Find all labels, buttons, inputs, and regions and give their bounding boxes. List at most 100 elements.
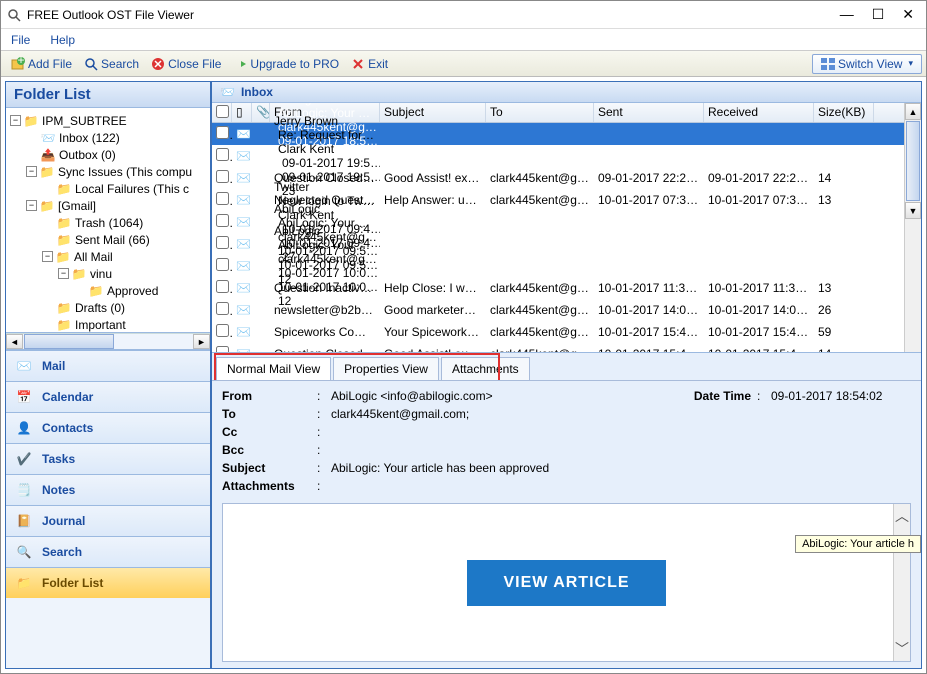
folder-icon: 📁 <box>56 301 72 315</box>
exit-button[interactable]: Exit <box>345 55 394 73</box>
mail-icon: ✉️ <box>232 149 252 163</box>
mail-icon: ✉️ <box>232 237 252 251</box>
row-checkbox[interactable] <box>216 302 229 315</box>
tree-approved[interactable]: Approved <box>107 284 158 298</box>
close-button[interactable]: ✕ <box>902 6 914 23</box>
tree-root[interactable]: IPM_SUBTREE <box>42 114 127 128</box>
cell-to: clark445kent@g… <box>486 193 594 207</box>
cc-value <box>331 425 911 439</box>
journal-icon: 📔 <box>14 512 34 530</box>
tree-gmail[interactable]: [Gmail] <box>58 199 96 213</box>
row-checkbox[interactable] <box>216 280 229 293</box>
tree-sync[interactable]: Sync Issues (This compu <box>58 165 192 179</box>
attachments-value <box>331 479 911 493</box>
tooltip: AbiLogic: Your article h <box>795 535 921 553</box>
right-pane: 📨Inbox ▯ 📎 From Subject To Sent Received… <box>211 81 922 669</box>
tree-toggle[interactable]: − <box>26 200 37 211</box>
row-checkbox[interactable] <box>216 346 229 353</box>
bcc-value <box>331 443 911 457</box>
tree-important[interactable]: Important <box>75 318 126 332</box>
mail-grid[interactable]: ▯ 📎 From Subject To Sent Received Size(K… <box>212 103 921 353</box>
col-to[interactable]: To <box>486 103 594 122</box>
row-checkbox[interactable] <box>216 148 229 161</box>
maximize-button[interactable]: ☐ <box>872 6 885 23</box>
mail-icon: ✉️ <box>232 215 252 229</box>
nav-journal[interactable]: 📔Journal <box>6 505 210 536</box>
tree-toggle[interactable]: − <box>10 115 21 126</box>
row-checkbox[interactable] <box>216 192 229 205</box>
close-file-button[interactable]: Close File <box>145 55 227 73</box>
tree-sent[interactable]: Sent Mail (66) <box>75 233 150 247</box>
row-checkbox[interactable] <box>216 258 229 271</box>
tree-toggle[interactable]: − <box>58 268 69 279</box>
menu-file[interactable]: File <box>11 33 30 47</box>
detail-tabs: Normal Mail View Properties View Attachm… <box>212 353 921 380</box>
row-checkbox[interactable] <box>216 236 229 249</box>
menu-help[interactable]: Help <box>50 33 75 47</box>
tab-attachments[interactable]: Attachments <box>441 357 530 380</box>
cell-sent: 10-01-2017 10:06:… <box>274 266 380 280</box>
tree-trash[interactable]: Trash (1064) <box>75 216 143 230</box>
nav-contacts[interactable]: 👤Contacts <box>6 412 210 443</box>
col-icon[interactable]: ▯ <box>232 103 252 122</box>
row-checkbox[interactable] <box>216 170 229 183</box>
body-vscroll[interactable]: ︿﹀ <box>893 504 910 661</box>
switch-view-button[interactable]: Switch View▾ <box>812 54 922 74</box>
nav-notes[interactable]: 🗒️Notes <box>6 474 210 505</box>
tree-allmail[interactable]: All Mail <box>74 250 113 264</box>
tab-properties-view[interactable]: Properties View <box>333 357 439 380</box>
cell-received: 10-01-2017 07:31:… <box>704 193 814 207</box>
nav-search[interactable]: 🔍Search <box>6 536 210 567</box>
tree-local-failures[interactable]: Local Failures (This c <box>75 182 189 196</box>
app-icon <box>7 8 21 22</box>
grid-vscroll[interactable]: ▲▼ <box>904 103 921 352</box>
mail-row[interactable]: ✉️ Jerry Brown Re: Request for G… Clark … <box>212 145 921 167</box>
col-attach[interactable]: 📎 <box>252 103 270 122</box>
folder-icon: 📁 <box>88 284 104 298</box>
col-sent[interactable]: Sent <box>594 103 704 122</box>
search-button[interactable]: Search <box>78 55 145 73</box>
tree-outbox[interactable]: Outbox (0) <box>59 148 116 162</box>
tree-hscroll[interactable]: ◄► <box>6 333 210 350</box>
add-file-icon: + <box>11 57 25 71</box>
cell-subject: Good Assist! exch… <box>380 171 486 185</box>
folder-tree[interactable]: −📁IPM_SUBTREE 📨Inbox (122) 📤Outbox (0) −… <box>6 108 210 333</box>
nav-mail[interactable]: ✉️Mail <box>6 350 210 381</box>
mail-row[interactable]: ✉️ newsletter@b2b… Good marketers … clar… <box>212 299 921 321</box>
tree-vinu[interactable]: vinu <box>90 267 112 281</box>
upgrade-button[interactable]: Upgrade to PRO <box>227 55 345 73</box>
view-article-button[interactable]: VIEW ARTICLE <box>467 560 665 606</box>
cell-size: 59 <box>814 325 874 339</box>
folder-icon: 📁 <box>39 199 55 213</box>
row-checkbox[interactable] <box>216 214 229 227</box>
add-file-button[interactable]: +Add File <box>5 55 78 73</box>
mail-icon: ✉️ <box>232 281 252 295</box>
col-received[interactable]: Received <box>704 103 814 122</box>
row-checkbox[interactable] <box>216 126 229 139</box>
folder-icon: 📁 <box>14 574 34 592</box>
tree-toggle[interactable]: − <box>26 166 37 177</box>
tab-normal-view[interactable]: Normal Mail View <box>216 357 331 380</box>
tree-inbox[interactable]: Inbox (122) <box>59 131 120 145</box>
nav-calendar[interactable]: 📅Calendar <box>6 381 210 412</box>
tree-toggle[interactable]: − <box>42 251 53 262</box>
mail-row[interactable]: ✉️ Question Closed … Good Assist! outl… … <box>212 343 921 353</box>
select-all-checkbox[interactable] <box>216 105 229 118</box>
col-size[interactable]: Size(KB) <box>814 103 874 122</box>
tree-drafts[interactable]: Drafts (0) <box>75 301 125 315</box>
notes-icon: 🗒️ <box>14 481 34 499</box>
inbox-icon: 📨 <box>40 131 56 145</box>
col-subject[interactable]: Subject <box>380 103 486 122</box>
to-label: To <box>222 407 317 421</box>
window-title: FREE Outlook OST File Viewer <box>27 8 840 22</box>
nav-folder-list[interactable]: 📁Folder List <box>6 567 210 598</box>
minimize-button[interactable]: — <box>840 6 854 23</box>
mail-row[interactable]: ✉️ Spiceworks Com… Your Spiceworks … cla… <box>212 321 921 343</box>
nav-tasks[interactable]: ✔️Tasks <box>6 443 210 474</box>
row-checkbox[interactable] <box>216 324 229 337</box>
mail-icon: ✉️ <box>232 193 252 207</box>
mail-row[interactable]: ✉️ AbiLogic AbiLogic: Your art… clark445… <box>212 255 921 277</box>
cell-subject: Help Close: I wan… <box>380 281 486 295</box>
svg-text:+: + <box>17 57 24 67</box>
cell-to: clark445kent@g… <box>486 281 594 295</box>
